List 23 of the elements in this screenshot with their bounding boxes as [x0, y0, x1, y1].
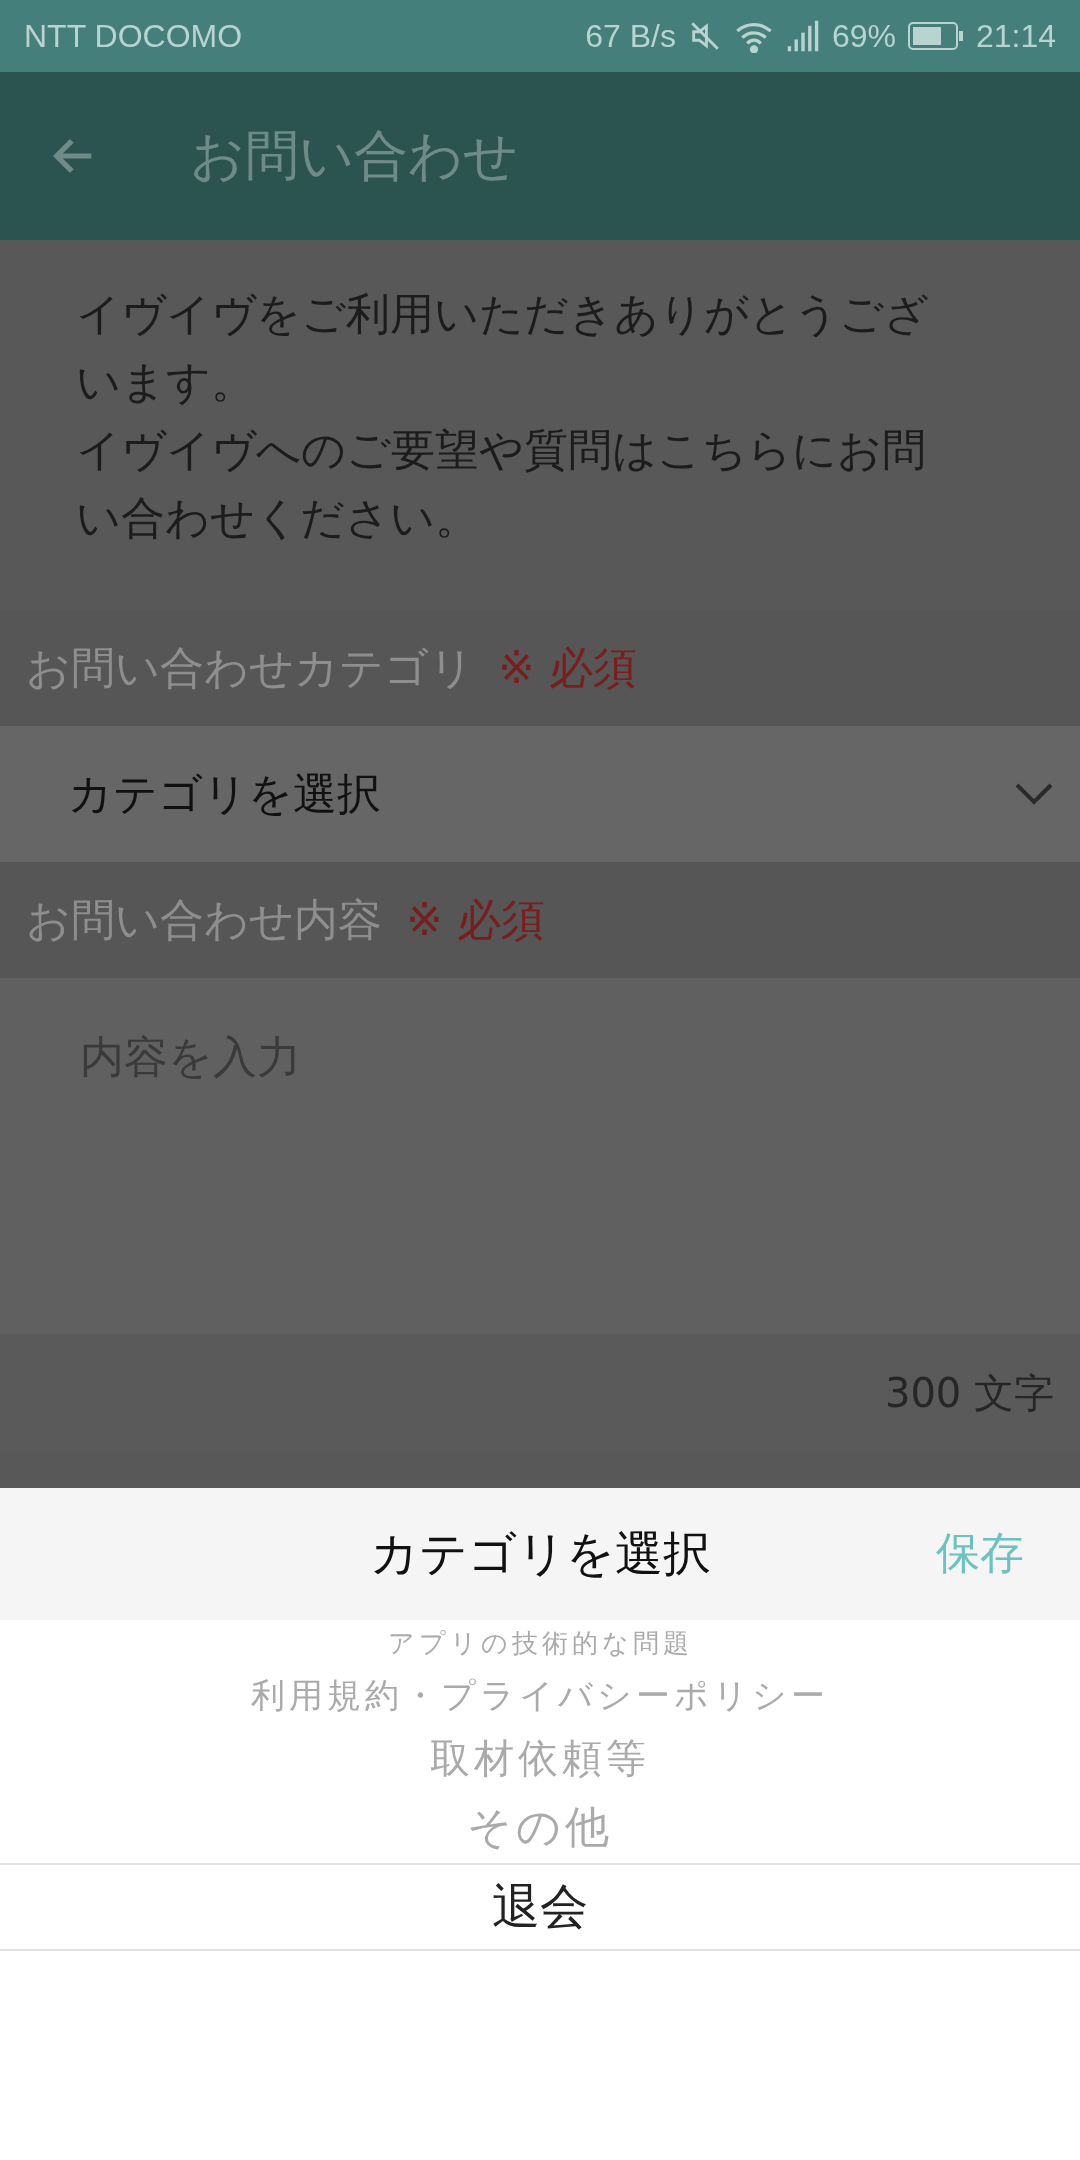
- select-value: カテゴリを選択: [68, 766, 381, 821]
- save-button[interactable]: 保存: [936, 1524, 1024, 1583]
- picker-option[interactable]: 取材依頼等: [0, 1725, 1080, 1792]
- page-title: お問い合わせ: [190, 122, 518, 189]
- picker-option[interactable]: 利用規約・プライバシーポリシー: [0, 1667, 1080, 1725]
- carrier-name: NTT DOCOMO: [24, 17, 243, 55]
- signal-icon: [785, 19, 820, 53]
- battery-percent: 69%: [831, 17, 896, 55]
- picker-option[interactable]: その他: [0, 1792, 1080, 1863]
- network-speed: 67 B/s: [585, 17, 676, 55]
- required-label: ※ 必須: [406, 892, 545, 947]
- section-label: お問い合わせ内容: [26, 892, 382, 947]
- chevron-down-icon: [1014, 782, 1054, 806]
- picker-title: カテゴリを選択: [369, 1524, 711, 1583]
- clock-time: 21:14: [975, 17, 1056, 55]
- section-label: お問い合わせカテゴリ: [26, 640, 474, 695]
- picker-option[interactable]: 退会: [0, 1863, 1080, 1951]
- intro-text: イヴイヴへのご要望や質問はこちらにお問い合わせください。: [76, 423, 927, 545]
- required-label: ※ 必須: [498, 640, 637, 695]
- battery-icon: [907, 22, 964, 50]
- category-select[interactable]: カテゴリを選択: [0, 726, 1080, 862]
- intro-text: イヴイヴをご利用いただきありがとうございます。: [76, 287, 930, 409]
- picker-option[interactable]: アプリの技術的な問題: [0, 1620, 1080, 1667]
